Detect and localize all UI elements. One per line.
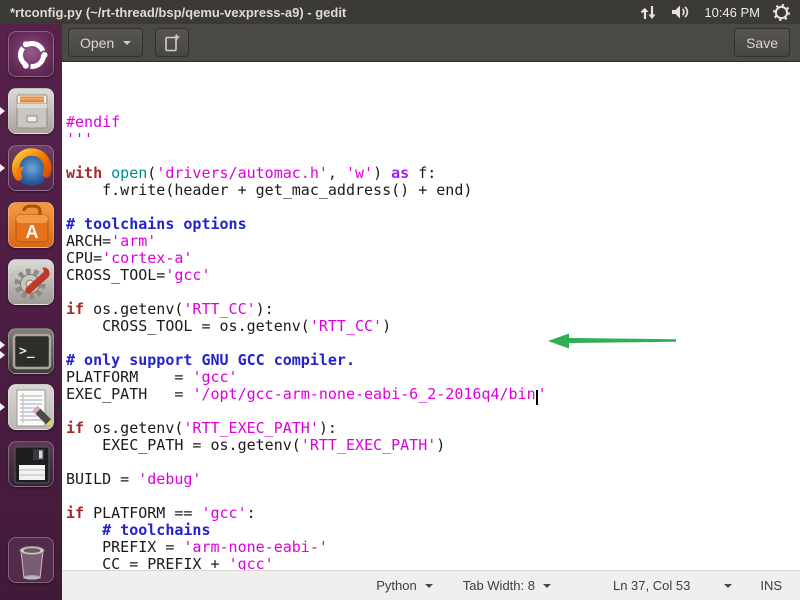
launcher-item-text-editor[interactable] [8, 384, 54, 430]
software-center-glyph: A [26, 222, 39, 242]
code-line: # only support GNU GCC compiler. [66, 352, 800, 369]
chevron-down-icon [425, 584, 433, 588]
code-line: ''' [66, 131, 800, 148]
code-line [66, 148, 800, 165]
code-line: with open('drivers/automac.h', 'w') as f… [66, 165, 800, 182]
code-line: BUILD = 'debug' [66, 471, 800, 488]
save-button-label: Save [746, 35, 778, 51]
unity-launcher: A >_ [0, 24, 62, 600]
code-line: if os.getenv('RTT_CC'): [66, 301, 800, 318]
running-indicator-firefox [0, 164, 5, 172]
save-button[interactable]: Save [734, 28, 790, 57]
floppy-disk-icon [9, 442, 54, 487]
code-line: # toolchains options [66, 216, 800, 233]
code-line [66, 403, 800, 420]
code-line: PLATFORM = 'gcc' [66, 369, 800, 386]
chevron-down-icon [123, 41, 131, 45]
language-selector[interactable]: Python [376, 578, 432, 593]
system-settings-icon [9, 260, 54, 305]
window-title: *rtconfig.py (~/rt-thread/bsp/qemu-vexpr… [10, 5, 346, 20]
code-line: CPU='cortex-a' [66, 250, 800, 267]
code-line: CROSS_TOOL = os.getenv('RTT_CC') [66, 318, 800, 335]
text-editor-icon [9, 385, 54, 430]
cursor-position[interactable]: Ln 37, Col 53 [613, 578, 690, 593]
code-line [66, 284, 800, 301]
input-mode-indicator[interactable]: INS [760, 578, 782, 593]
launcher-item-system-settings[interactable] [8, 259, 54, 305]
software-center-icon: A [9, 203, 54, 248]
chevron-down-icon [543, 584, 551, 588]
gedit-status-bar: Python Tab Width: 8 Ln 37, Col 53 INS [62, 570, 800, 600]
code-line: EXEC_PATH = '/opt/gcc-arm-none-eabi-6_2-… [66, 386, 800, 403]
launcher-item-software-center[interactable]: A [8, 202, 54, 248]
tab-width-label: Tab Width: 8 [463, 578, 535, 593]
keyboard-arrows-icon[interactable] [640, 4, 658, 20]
open-button-label: Open [80, 35, 114, 51]
code-line: f.write(header + get_mac_address() + end… [66, 182, 800, 199]
code-line: if os.getenv('RTT_EXEC_PATH'): [66, 420, 800, 437]
trash-icon [9, 538, 54, 583]
launcher-item-trash[interactable] [8, 537, 54, 583]
launcher-item-dash[interactable] [8, 31, 54, 77]
code-line: CC = PREFIX + 'gcc' [66, 556, 800, 570]
code-line [66, 199, 800, 216]
launcher-item-firefox[interactable] [8, 145, 54, 191]
code-line: ARCH='arm' [66, 233, 800, 250]
code-line: CROSS_TOOL='gcc' [66, 267, 800, 284]
code-line: EXEC_PATH = os.getenv('RTT_EXEC_PATH') [66, 437, 800, 454]
focused-indicator-text-editor [56, 403, 61, 411]
files-icon [9, 89, 54, 134]
code-line: # toolchains [66, 522, 800, 539]
cursor-position-label: Ln 37, Col 53 [613, 578, 690, 593]
language-label: Python [376, 578, 416, 593]
terminal-icon: >_ [9, 329, 54, 374]
ubuntu-dash-icon [9, 32, 54, 77]
code-line: #endif [66, 114, 800, 131]
firefox-icon [9, 146, 54, 191]
gedit-toolbar: Open Save [62, 24, 800, 62]
clock[interactable]: 10:46 PM [704, 5, 760, 20]
annotation-arrow [546, 332, 680, 350]
running-indicator-files [0, 107, 5, 115]
volume-icon[interactable] [671, 4, 691, 20]
terminal-glyph: >_ [19, 344, 35, 359]
code-line [66, 454, 800, 471]
running-indicator-terminal-2 [0, 351, 5, 359]
running-indicator-text-editor [0, 403, 5, 411]
code-line: if PLATFORM == 'gcc': [66, 505, 800, 522]
session-gear-icon[interactable] [773, 4, 790, 21]
launcher-item-terminal[interactable]: >_ [8, 328, 54, 374]
top-panel: *rtconfig.py (~/rt-thread/bsp/qemu-vexpr… [0, 0, 800, 24]
gedit-window: Open Save #endif''' with open('drivers/au… [62, 24, 800, 600]
code-line: PREFIX = 'arm-none-eabi-' [66, 539, 800, 556]
new-document-icon [164, 34, 180, 52]
open-button[interactable]: Open [68, 28, 143, 57]
tab-width-selector[interactable]: Tab Width: 8 [463, 578, 551, 593]
launcher-item-floppy-disk[interactable] [8, 441, 54, 487]
launcher-item-files[interactable] [8, 88, 54, 134]
new-document-button[interactable] [155, 28, 189, 57]
goto-line-chevron-icon[interactable] [724, 584, 732, 588]
running-indicator-terminal-1 [0, 341, 5, 349]
code-area[interactable]: #endif''' with open('drivers/automac.h', … [62, 62, 800, 570]
code-line [66, 488, 800, 505]
code-line [66, 335, 800, 352]
